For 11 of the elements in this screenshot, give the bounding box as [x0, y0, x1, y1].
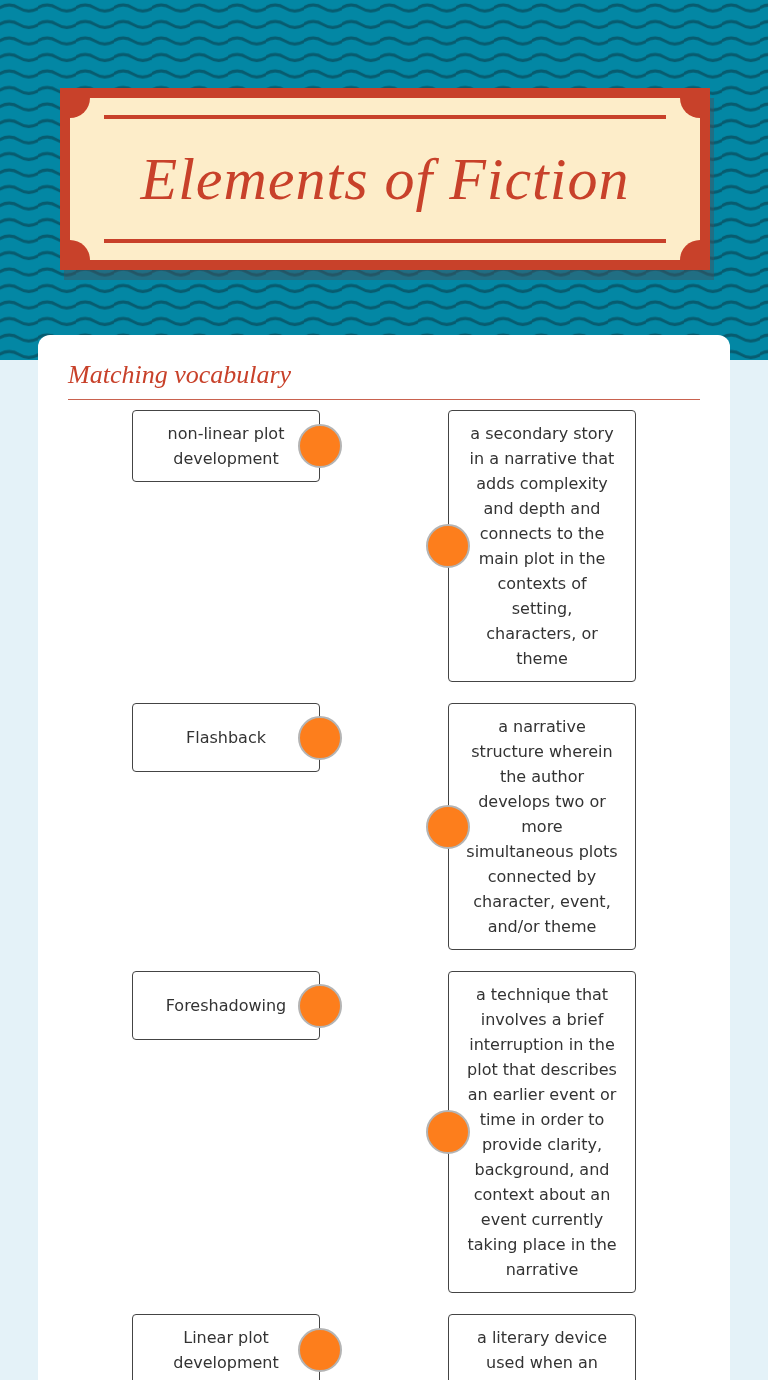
definition-card[interactable]: a narrative structure wherein the author develops two or more simultaneous plots connected by character, event, and/or theme [448, 703, 636, 950]
definition-card[interactable]: a technique that involves a brief interruption in the plot that describes an earlier event or time in order to provide clarity, background, and context about an event currently taking place in the narrative [448, 971, 636, 1293]
connector-handle[interactable] [298, 715, 342, 760]
definition-card[interactable]: a literary device used when an [448, 1314, 636, 1380]
connector-handle[interactable] [426, 1110, 470, 1154]
connector-handle[interactable] [298, 983, 342, 1028]
section-heading: Matching vocabulary [68, 359, 292, 391]
connector-handle[interactable] [298, 424, 342, 468]
connector-handle[interactable] [426, 524, 470, 568]
definition-card[interactable]: a secondary story in a narrative that adds complexity and depth and connects to the main plot in the contexts of setting, characters, or theme [448, 410, 636, 682]
connector-handle[interactable] [298, 1328, 342, 1372]
